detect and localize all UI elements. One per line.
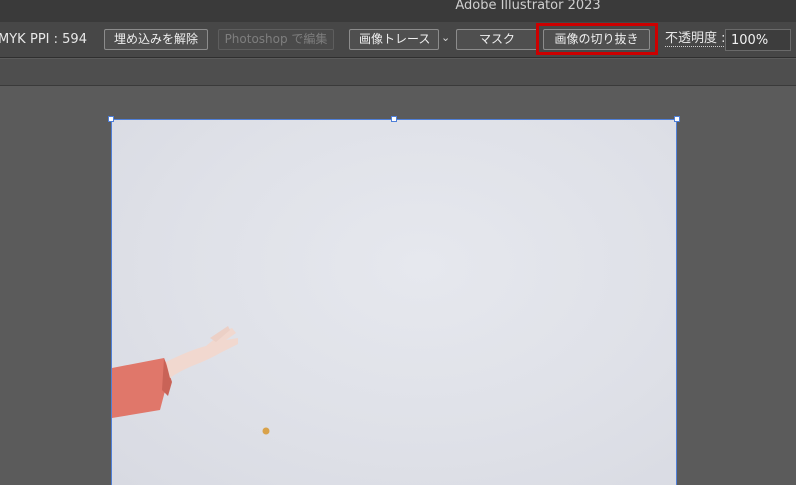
title-bar: Adobe Illustrator 2023: [0, 0, 796, 22]
mask-button[interactable]: マスク: [456, 29, 538, 50]
image-trace-button[interactable]: 画像トレース: [349, 29, 439, 50]
control-bar: MYK PPI : 594 埋め込みを解除 Photoshop で編集 画像トレ…: [0, 22, 796, 58]
color-mode-label: MYK: [0, 32, 26, 47]
selection-handle-top-right[interactable]: [674, 116, 680, 122]
falling-object: [262, 427, 270, 435]
window-title: Adobe Illustrator 2023: [455, 0, 601, 13]
document-tab-bar: [0, 59, 796, 86]
photo-content: [112, 326, 270, 435]
opacity-input[interactable]: [725, 29, 791, 51]
opacity-label: 不透明度 :: [665, 31, 726, 47]
unembed-button[interactable]: 埋め込みを解除: [104, 29, 208, 50]
ppi-label: PPI : 594: [30, 32, 87, 47]
highlight-annotation: [536, 23, 658, 55]
arm-illustration: [112, 326, 238, 418]
selection-handle-top-left[interactable]: [108, 116, 114, 122]
chevron-down-icon[interactable]: ⌄: [441, 31, 450, 44]
edit-in-photoshop-button[interactable]: Photoshop で編集: [218, 29, 334, 50]
selection-handle-top-center[interactable]: [391, 116, 397, 122]
placed-image[interactable]: [111, 119, 677, 485]
